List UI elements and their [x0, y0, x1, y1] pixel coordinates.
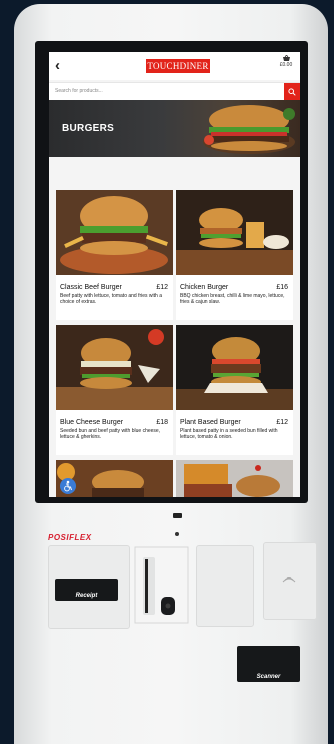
receipt-label: Receipt: [75, 593, 98, 599]
accessibility-icon: [64, 480, 72, 492]
basket-button[interactable]: £0.00: [276, 55, 296, 68]
product-price: £12: [276, 419, 288, 426]
posiflex-logo: POSIFLEX: [48, 533, 92, 542]
product-image: [176, 190, 293, 275]
product-name: Chicken Burger: [180, 284, 229, 291]
search-input[interactable]: Search for products...: [55, 88, 103, 94]
product-card[interactable]: Classic Beef Burger £12 Beef patty with …: [56, 190, 173, 320]
search-bar[interactable]: Search for products...: [49, 82, 300, 101]
product-grid: Classic Beef Burger £12 Beef patty with …: [49, 157, 300, 497]
receipt-slot: Receipt: [55, 579, 118, 601]
product-card[interactable]: Plant Based Burger £12 Plant based patty…: [176, 325, 293, 455]
product-description: BBQ chicken breast, chilli & lime mayo, …: [180, 293, 285, 305]
scanner-label: Scanner: [256, 674, 281, 680]
product-price: £16: [276, 284, 288, 291]
contactless-icon: [282, 577, 296, 583]
product-description: Seeded bun and beef patty with blue chee…: [60, 428, 161, 440]
payment-terminal: [134, 546, 189, 624]
product-name: Plant Based Burger: [180, 419, 241, 426]
blank-panel: [196, 545, 254, 627]
basket-icon: [282, 55, 290, 61]
product-name: Classic Beef Burger: [60, 284, 122, 291]
product-price: £18: [156, 419, 168, 426]
brand-logo: TOUCHDINER: [146, 59, 210, 73]
product-description: Plant based patty in a seeded bun filled…: [180, 428, 278, 440]
search-icon: [288, 88, 296, 96]
basket-total: £0.00: [279, 62, 293, 68]
product-image: [176, 460, 293, 497]
sensor-dot: [175, 532, 179, 536]
product-name: Blue Cheese Burger: [60, 419, 124, 426]
kiosk-screen: ‹ TOUCHDINER £0.00 Search for products..…: [49, 52, 300, 497]
product-image: [176, 325, 293, 410]
category-banner: BURGERS: [49, 100, 300, 157]
search-button[interactable]: [284, 83, 300, 101]
product-price: £12: [156, 284, 168, 291]
product-card[interactable]: Chicken Burger £16 BBQ chicken breast, c…: [176, 190, 293, 320]
product-card[interactable]: Blue Cheese Burger £18 Seeded bun and be…: [56, 325, 173, 455]
back-arrow-icon[interactable]: ‹: [55, 57, 60, 75]
accessibility-button[interactable]: [60, 478, 76, 494]
product-image: [56, 325, 173, 410]
product-image: [56, 190, 173, 275]
category-title: BURGERS: [62, 123, 115, 134]
product-description: Beef patty with lettuce, tomato and frie…: [60, 293, 162, 305]
app-header: ‹ TOUCHDINER £0.00: [49, 52, 300, 80]
camera-icon: [173, 513, 182, 518]
product-card[interactable]: [176, 460, 293, 497]
scanner-window: Scanner: [237, 646, 300, 682]
